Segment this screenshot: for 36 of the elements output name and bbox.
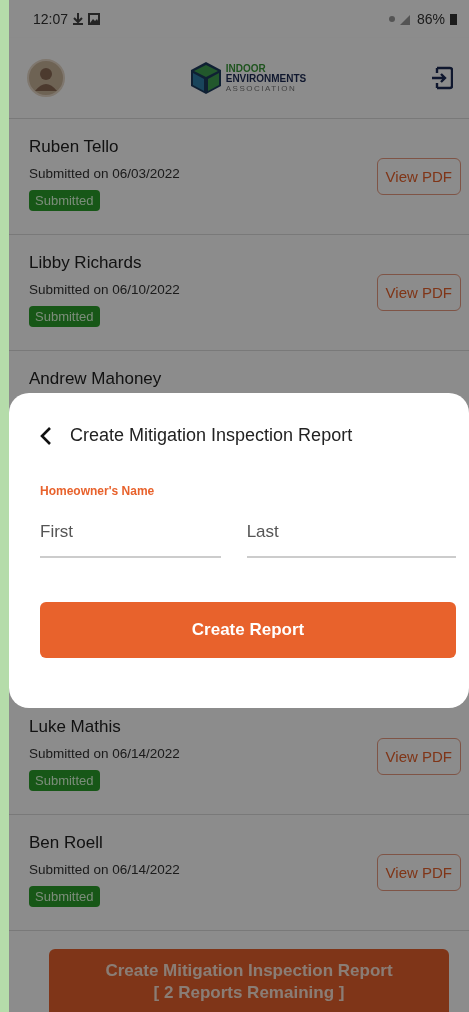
view-pdf-button[interactable]: View PDF — [376, 158, 461, 195]
status-badge: Submitted — [29, 886, 100, 907]
homeowner-name: Ruben Tello — [29, 137, 120, 157]
name-field[interactable]: Last — [246, 514, 456, 558]
logo-text: ASSOCIATION — [225, 84, 298, 93]
battery-icon — [450, 13, 457, 25]
submitted-date: Submitted on 06/03/2022 — [29, 166, 181, 181]
logo-text: ENVIRONMENTS — [225, 73, 307, 84]
view-pdf-button[interactable]: View PDF — [376, 274, 461, 311]
status-badge: Submitted — [29, 306, 100, 327]
homeowner-name: Andrew Mahoney — [29, 369, 163, 389]
name-field[interactable]: First — [40, 514, 221, 558]
homeowner-name: Libby Richards — [29, 253, 143, 273]
submitted-date: Submitted on 06/14/2022 — [29, 746, 181, 761]
status-badge: Submitted — [29, 770, 100, 791]
homeowner-name: Luke Mathis — [29, 717, 122, 737]
submitted-date: Submitted on 06/10/2022 — [29, 282, 181, 297]
dialog-title: Create Mitigation Inspection Report — [70, 425, 353, 446]
download-icon — [73, 13, 84, 25]
view-pdf-button[interactable]: View PDF — [376, 854, 461, 891]
submitted-date: Submitted on 06/14/2022 — [29, 862, 181, 877]
signal-icon — [387, 13, 412, 25]
battery-percent: 86% — [416, 11, 445, 27]
create-report-button[interactable]: Create Report — [40, 602, 456, 658]
logo-text: INDOOR — [225, 63, 267, 74]
view-pdf-button[interactable]: View PDF — [376, 738, 461, 775]
clock: 12:07 — [33, 11, 69, 27]
image-icon — [88, 13, 101, 25]
avatar[interactable] — [27, 59, 65, 97]
logout-icon[interactable] — [431, 66, 453, 90]
section-label: Homeowner's Name — [40, 484, 156, 498]
cube-logo-icon — [189, 61, 222, 95]
homeowner-name: Ben Roell — [29, 833, 104, 853]
back-icon[interactable] — [40, 425, 52, 446]
status-badge: Submitted — [29, 190, 100, 211]
create-report-button[interactable]: Create Mitigation Inspection Report [ 2 Reports Remaining ] — [49, 949, 449, 1012]
